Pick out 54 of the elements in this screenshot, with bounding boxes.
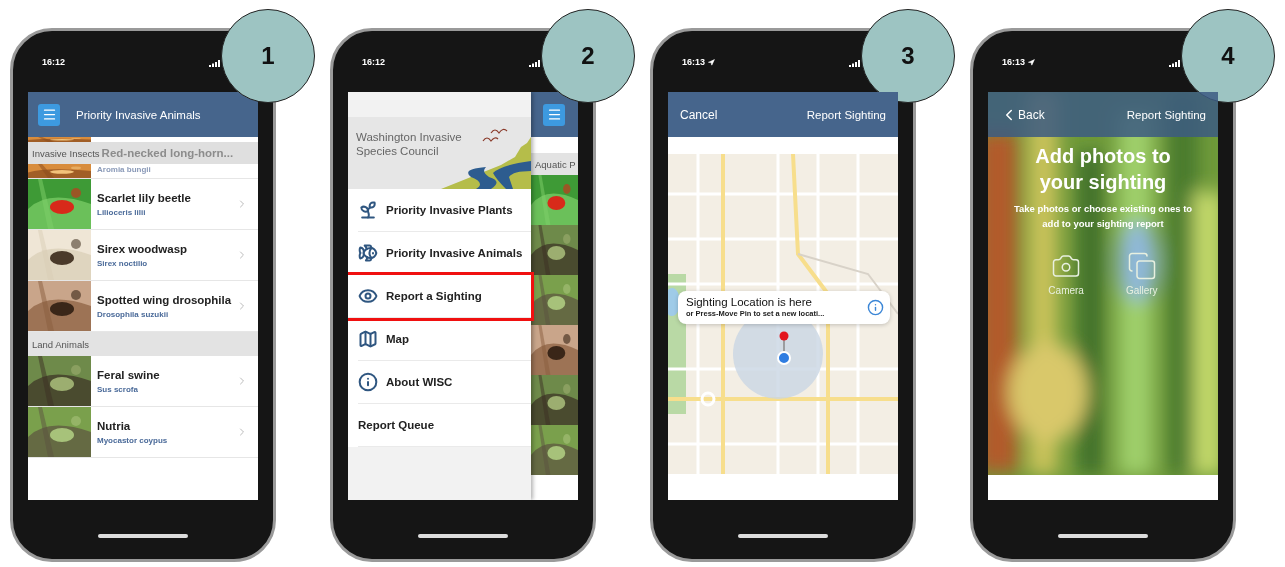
- status-time: 16:12: [42, 57, 66, 67]
- status-time: 16:12: [362, 57, 386, 67]
- species-row[interactable]: Feral swine Sus scrofa: [28, 356, 258, 407]
- scientific-name: Drosophila suzukii: [97, 309, 170, 319]
- step-number: 2: [541, 9, 635, 103]
- map-pin-icon[interactable]: [776, 331, 792, 365]
- step-number: 1: [221, 9, 315, 103]
- menu-item[interactable]: Report a Sighting: [348, 275, 531, 318]
- info-icon[interactable]: [867, 298, 884, 316]
- species-name: Scarlet lily beetle: [97, 191, 192, 204]
- page-heading: Add photos to your sighting: [1034, 144, 1172, 195]
- menu-icon: [41, 107, 57, 122]
- cancel-button[interactable]: Cancel: [680, 107, 718, 122]
- scientific-name: Myocastor coypus: [97, 435, 169, 445]
- screen-title: Report Sighting: [1126, 108, 1206, 121]
- scientific-name: Lilioceris lilii: [97, 207, 147, 217]
- species-row[interactable]: Sirex woodwasp Sirex noctilio: [28, 230, 258, 281]
- signal-icon: [529, 60, 541, 67]
- eye-icon: [358, 286, 378, 306]
- species-name: Feral swine: [97, 368, 161, 381]
- callout-title: Sighting Location is here: [686, 296, 813, 308]
- species-name: Nutria: [97, 419, 132, 432]
- signal-icon: [209, 60, 221, 67]
- species-name: Sirex woodwasp: [97, 242, 189, 255]
- back-button[interactable]: Back: [1000, 105, 1045, 124]
- menu-button[interactable]: [38, 103, 60, 126]
- gallery-icon: [1126, 251, 1157, 281]
- logo-text: Washington Invasive Species Council: [356, 130, 463, 158]
- menu-button[interactable]: [543, 103, 565, 126]
- species-name: Spotted wing drosophila: [97, 293, 233, 306]
- species-row[interactable]: Scarlet lily beetle Lilioceris lilii: [28, 179, 258, 230]
- scientific-name: Sirex noctilio: [97, 258, 149, 268]
- species-row[interactable]: Nutria Myocastor coypus: [28, 407, 258, 458]
- section-title: Land Animals: [32, 338, 90, 350]
- signal-icon: [849, 60, 861, 67]
- section-title: Aquatic P: [535, 158, 576, 170]
- status-time: 16:13: [682, 57, 706, 67]
- screen-title: Priority Invasive Animals: [76, 108, 201, 121]
- section-title: Invasive Insects: [32, 147, 100, 159]
- screen-title: Report Sighting: [806, 108, 886, 121]
- scientific-name: Aromia bungii: [96, 164, 151, 176]
- sprout-icon: [358, 200, 378, 220]
- instruction-text: Take photos or choose existing ones to add to your sighting report: [1012, 202, 1194, 231]
- signal-icon: [1169, 60, 1181, 67]
- map-icon: [358, 329, 378, 349]
- step-number: 3: [861, 9, 955, 103]
- species-row[interactable]: Spotted wing drosophila Drosophila suzukii: [28, 281, 258, 332]
- step-number: 4: [1181, 9, 1275, 103]
- scientific-name: Sus scrofa: [97, 384, 139, 394]
- status-time: 16:13: [1002, 57, 1026, 67]
- menu-icon: [546, 107, 562, 122]
- info-icon: [358, 372, 378, 392]
- item-title: Red-necked long-horn...: [101, 147, 234, 159]
- fish-icon: [358, 243, 378, 263]
